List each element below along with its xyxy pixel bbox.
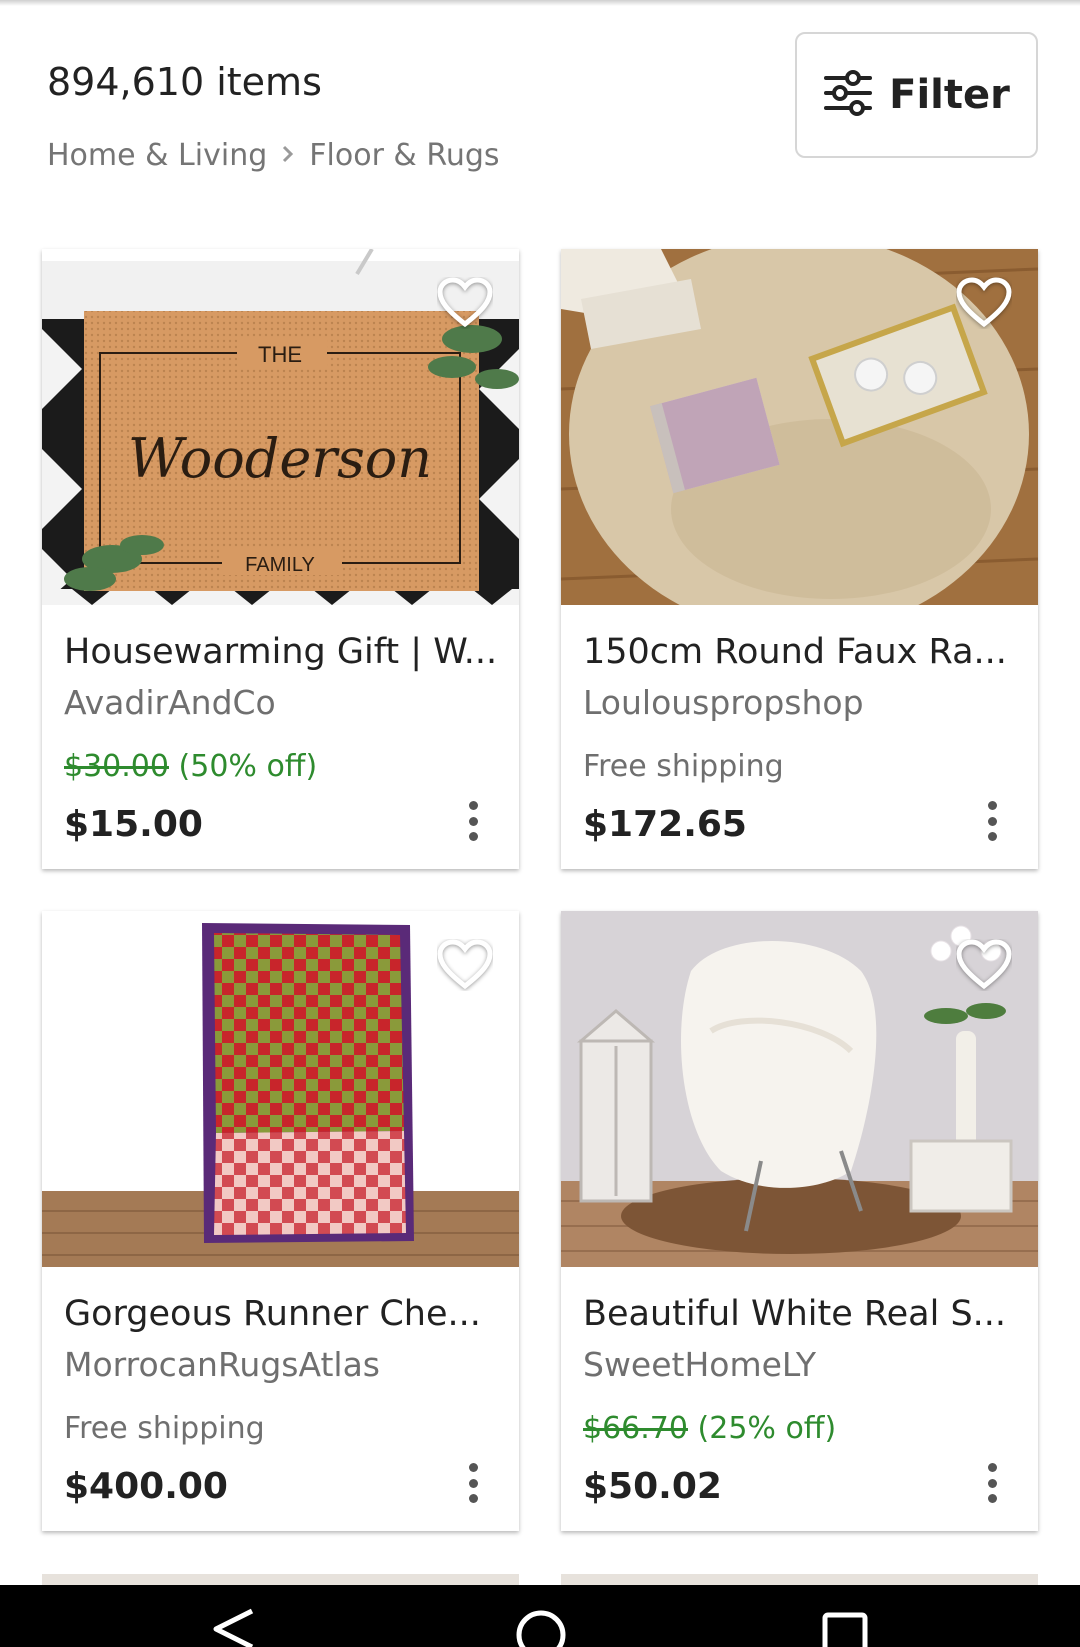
discount-line: $30.00 (50% off) — [64, 749, 317, 784]
system-nav-bar — [0, 1585, 1080, 1647]
listing-card[interactable]: Gorgeous Runner Che... MorrocanRugsAtlas… — [42, 911, 519, 1531]
listing-title[interactable]: Gorgeous Runner Che... — [64, 1294, 504, 1334]
breadcrumb: Home & Living Floor & Rugs — [47, 138, 500, 173]
chevron-right-icon — [281, 141, 295, 171]
filter-label: Filter — [889, 72, 1010, 118]
discount-percent: (25% off) — [697, 1411, 837, 1446]
listing-price: $400.00 — [64, 1466, 228, 1507]
listing-image-sheepskin[interactable] — [561, 911, 1038, 1267]
item-count: 894,610 items — [47, 60, 322, 104]
home-nav-icon[interactable] — [513, 1607, 569, 1647]
listing-price: $172.65 — [583, 804, 747, 845]
shop-name: AvadirAndCo — [64, 683, 276, 722]
shipping-line: Free shipping — [583, 749, 784, 784]
free-shipping-label: Free shipping — [583, 749, 784, 784]
listing-image-doormat[interactable]: THE Wooderson FAMILY — [42, 249, 519, 605]
listing-card[interactable]: 150cm Round Faux Ra... Loulouspropshop F… — [561, 249, 1038, 869]
breadcrumb-floor-rugs[interactable]: Floor & Rugs — [309, 138, 499, 173]
original-price: $30.00 — [64, 749, 169, 784]
discount-percent: (50% off) — [178, 749, 318, 784]
listing-title[interactable]: Housewarming Gift | W... — [64, 632, 504, 672]
listing-image-round-rug[interactable] — [561, 249, 1038, 605]
heart-outline-icon[interactable] — [956, 939, 1012, 991]
doormat-text-family: FAMILY — [245, 554, 315, 576]
free-shipping-label: Free shipping — [64, 1411, 265, 1446]
listing-image-runner-rug[interactable] — [42, 911, 519, 1267]
more-vertical-icon[interactable] — [465, 801, 481, 841]
listing-title[interactable]: 150cm Round Faux Ra... — [583, 632, 1023, 672]
listing-title[interactable]: Beautiful White Real S... — [583, 1294, 1023, 1334]
sliders-icon — [823, 70, 873, 120]
listing-price: $15.00 — [64, 804, 203, 845]
shipping-line: Free shipping — [64, 1411, 265, 1446]
listing-card[interactable]: Beautiful White Real S... SweetHomeLY $6… — [561, 911, 1038, 1531]
breadcrumb-home-living[interactable]: Home & Living — [47, 138, 267, 173]
filter-button[interactable]: Filter — [795, 32, 1038, 158]
heart-outline-icon[interactable] — [437, 939, 493, 991]
more-vertical-icon[interactable] — [984, 1463, 1000, 1503]
discount-line: $66.70 (25% off) — [583, 1411, 836, 1446]
shop-name: MorrocanRugsAtlas — [64, 1345, 380, 1384]
more-vertical-icon[interactable] — [984, 801, 1000, 841]
doormat-text-name: Wooderson — [128, 427, 432, 490]
shop-name: Loulouspropshop — [583, 683, 864, 722]
recents-nav-icon[interactable] — [820, 1607, 870, 1647]
more-vertical-icon[interactable] — [465, 1463, 481, 1503]
original-price: $66.70 — [583, 1411, 688, 1446]
doormat-text-the: THE — [258, 342, 302, 367]
listing-price: $50.02 — [583, 1466, 722, 1507]
listing-card[interactable]: THE Wooderson FAMILY Housewarming Gift |… — [42, 249, 519, 869]
heart-outline-icon[interactable] — [956, 277, 1012, 329]
shop-name: SweetHomeLY — [583, 1345, 817, 1384]
back-nav-icon[interactable] — [208, 1607, 258, 1647]
results-header: 894,610 items Home & Living Floor & Rugs… — [0, 0, 1080, 230]
heart-outline-icon[interactable] — [437, 277, 493, 329]
